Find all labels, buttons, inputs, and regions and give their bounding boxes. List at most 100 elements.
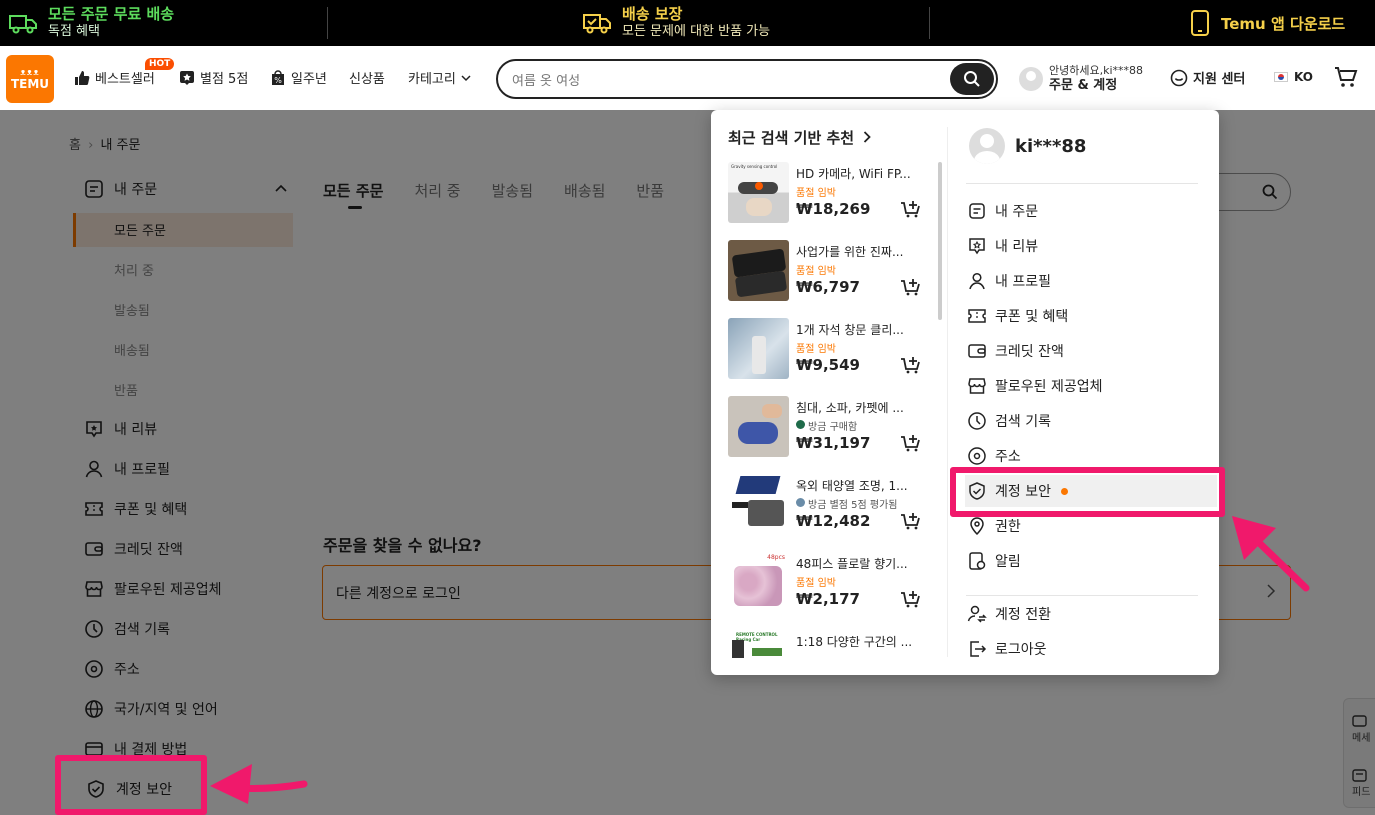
menu-logout-label: 로그아웃 (995, 642, 1047, 658)
product-price: ₩6,797 (796, 278, 860, 296)
product-badge: 품절 임박 (796, 188, 836, 199)
menu-logout[interactable]: 로그아웃 (965, 633, 1217, 665)
menu-credit-balance-label: 크레딧 잔액 (995, 344, 1064, 360)
product-card[interactable]: 침대, 소파, 카펫에 ... 방금 구매함 ₩31,197 (728, 396, 928, 460)
store-icon (967, 376, 987, 396)
menu-coupons[interactable]: 쿠폰 및 혜택 (965, 300, 1217, 332)
product-card[interactable]: 사업가를 위한 진짜... 품절 임박 ₩6,797 (728, 240, 928, 304)
add-to-cart-icon[interactable] (900, 590, 922, 608)
highlight-box-menu-security (950, 467, 1225, 517)
add-to-cart-icon[interactable] (900, 512, 922, 530)
product-image-caption: 48pcs (767, 554, 785, 561)
delivery-guarantee-sub: 모든 문제에 대한 반품 가능 (622, 24, 771, 39)
avatar (969, 128, 1005, 164)
account-dropdown: 최근 검색 기반 추천 Gravity sensing control HD 카… (711, 110, 1219, 675)
menu-notifications[interactable]: 알림 (965, 545, 1217, 577)
add-to-cart-icon[interactable] (900, 356, 922, 374)
nav-five-star-label: 별점 5점 (200, 72, 249, 87)
nav-anniversary-label: 일주년 (291, 72, 327, 87)
avatar (1019, 67, 1043, 91)
nav-bestseller[interactable]: 베스트셀러 (74, 68, 155, 87)
menu-my-reviews[interactable]: 내 리뷰 (965, 230, 1217, 262)
delivery-guarantee-promo[interactable]: 배송 보장 모든 문제에 대한 반품 가능 (582, 0, 770, 46)
add-to-cart-icon[interactable] (900, 434, 922, 452)
cart-icon (1334, 66, 1358, 88)
menu-search-history-label: 검색 기록 (995, 414, 1051, 430)
menu-my-profile-label: 내 프로필 (995, 274, 1051, 290)
recent-reviewer-icon (796, 498, 805, 507)
promo-bar: 모든 주문 무료 배송 독점 혜택 배송 보장 모든 문제에 대한 반품 가능 … (0, 0, 1375, 46)
product-name: 옥외 태양열 조명, 1... (796, 479, 908, 493)
product-badge: 방금 별점 5점 평가됨 (808, 500, 898, 511)
product-card[interactable]: 옥외 태양열 조명, 1... 방금 별점 5점 평가됨 ₩12,482 (728, 474, 928, 538)
recommendations-heading[interactable]: 최근 검색 기반 추천 (728, 127, 872, 148)
menu-my-reviews-label: 내 리뷰 (995, 239, 1039, 255)
free-shipping-promo[interactable]: 모든 주문 무료 배송 독점 혜택 (8, 0, 174, 46)
coupon-icon (967, 306, 987, 326)
switch-account-icon (967, 604, 987, 624)
menu-divider (966, 595, 1198, 596)
product-badge: 품절 임박 (796, 266, 836, 277)
product-image: REMOTE CONTROL Racing Car (728, 630, 789, 658)
wallet-icon (967, 341, 987, 361)
add-to-cart-icon[interactable] (900, 278, 922, 296)
recommendations-scrollbar[interactable] (938, 162, 942, 320)
product-card[interactable]: Gravity sensing control HD 카메라, WiFi FP.… (728, 162, 928, 226)
nav-category-label: 카테고리 (408, 72, 456, 87)
product-badge: 품절 임박 (796, 578, 836, 589)
nav-five-star[interactable]: 별점 5점 (179, 68, 248, 87)
support-center-link[interactable]: 지원 센터 (1170, 68, 1245, 87)
product-card[interactable]: 48pcs 48피스 플로랄 향기... 품절 임박 ₩2,177 (728, 552, 928, 616)
nav-new[interactable]: 신상품 (349, 68, 385, 87)
product-image: Gravity sensing control (728, 162, 789, 223)
menu-followed-sellers-label: 팔로우된 제공업체 (995, 379, 1103, 395)
menu-my-orders[interactable]: 내 주문 (965, 195, 1217, 227)
promo-divider (929, 7, 930, 39)
app-download-label: Temu 앱 다운로드 (1221, 14, 1346, 33)
recommendations-title: 최근 검색 기반 추천 (728, 129, 855, 147)
menu-switch-account[interactable]: 계정 전환 (965, 598, 1217, 630)
product-badge: 방금 구매함 (808, 422, 858, 433)
promo-divider (327, 7, 328, 39)
product-price: ₩18,269 (796, 200, 871, 218)
user-greeting: 안녕하세요,ki***88 (1049, 64, 1144, 77)
delivery-guarantee-title: 배송 보장 (622, 5, 683, 23)
add-to-cart-icon[interactable] (900, 200, 922, 218)
menu-followed-sellers[interactable]: 팔로우된 제공업체 (965, 370, 1217, 402)
menu-credit-balance[interactable]: 크레딧 잔액 (965, 335, 1217, 367)
menu-switch-account-label: 계정 전환 (995, 607, 1051, 623)
account-header[interactable]: ki***88 (969, 128, 1086, 164)
menu-my-orders-label: 내 주문 (995, 204, 1039, 220)
logo-text: TEMU (10, 76, 50, 91)
discount-bag-icon: % (270, 69, 286, 86)
nav-category[interactable]: 카테고리 (408, 68, 471, 87)
truck-check-icon (582, 11, 612, 35)
menu-address-label: 주소 (995, 449, 1021, 465)
cart-button[interactable] (1334, 66, 1358, 88)
product-card[interactable]: 1개 자석 창문 클리... 품절 임박 ₩9,549 (728, 318, 928, 382)
search-bar[interactable]: 여름 옷 여성 (496, 59, 998, 99)
search-icon (963, 70, 981, 88)
language-selector[interactable]: KO (1274, 70, 1313, 84)
app-download-promo[interactable]: Temu 앱 다운로드 (1189, 0, 1345, 46)
product-image (728, 396, 789, 457)
truck-icon (8, 11, 38, 35)
temu-logo[interactable]: ᴥᴥᴥ TEMU (6, 55, 54, 103)
nav-anniversary[interactable]: % 일주년 (270, 68, 327, 87)
korea-flag-icon (1274, 72, 1288, 82)
product-card[interactable]: REMOTE CONTROL Racing Car 1:18 다양한 구간의 .… (728, 630, 928, 658)
search-button[interactable] (950, 63, 994, 95)
product-image (728, 240, 789, 301)
language-label: KO (1294, 70, 1313, 84)
svg-text:%: % (274, 76, 282, 85)
menu-search-history[interactable]: 검색 기록 (965, 405, 1217, 437)
product-image: 48pcs (728, 552, 789, 613)
search-input[interactable]: 여름 옷 여성 (512, 70, 580, 89)
menu-my-profile[interactable]: 내 프로필 (965, 265, 1217, 297)
product-name: 사업가를 위한 진짜... (796, 245, 904, 259)
product-badge: 품절 임박 (796, 344, 836, 355)
account-menu-trigger[interactable]: 안녕하세요,ki***88 주문 & 계정 (1019, 64, 1143, 94)
menu-coupons-label: 쿠폰 및 혜택 (995, 309, 1069, 325)
phone-icon (1189, 9, 1211, 37)
chevron-right-icon (863, 131, 872, 143)
